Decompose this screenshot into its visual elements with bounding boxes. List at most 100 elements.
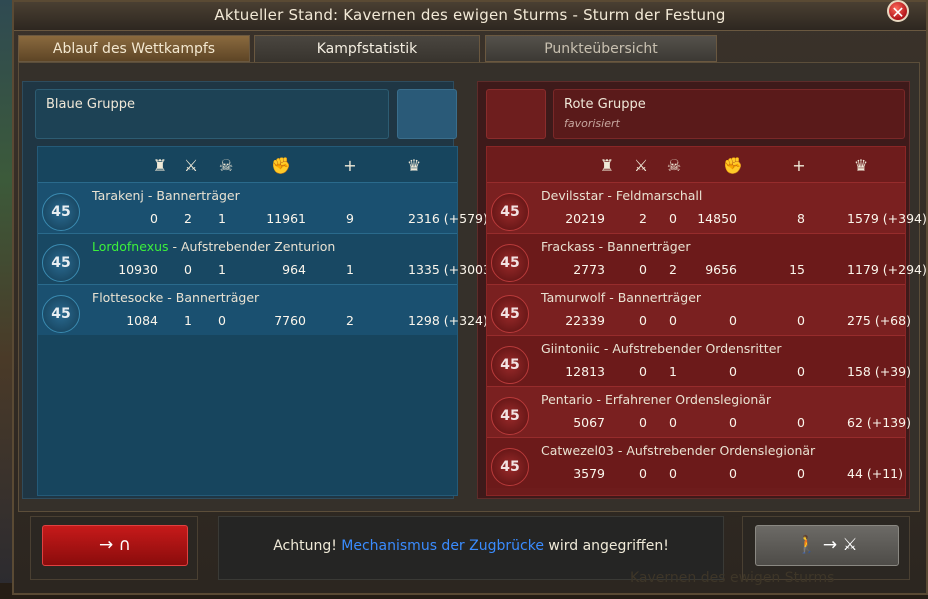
player-row[interactable]: 45 Catwezel03 - Aufstrebender Ordenslegio… [487, 437, 905, 488]
player-name-line: Tarakenj - Bannerträger [92, 188, 240, 203]
close-button[interactable]: ✕ [887, 0, 909, 22]
stat-cell-fist: 0 [729, 415, 737, 430]
player-row[interactable]: 45 Flottesocke - Bannerträger 1084 1 0 7760 2 1… [38, 284, 488, 335]
player-name[interactable]: Tamurwolf [541, 290, 605, 305]
red-stats-table: ♜ ⚔ ☠ ✊ + ♛ 45 Devilsstar - Feldmarschall 20219 2… [486, 146, 927, 496]
player-row[interactable]: 45 Tamurwolf - Bannerträger 22339 0 0 0 0 275 (… [487, 284, 911, 335]
crossed-swords-icon: ⚔ [183, 156, 199, 175]
tab-battle-stats[interactable]: Kampfstatistik [254, 35, 480, 63]
stat-cell-fist: 0 [729, 313, 737, 328]
stat-cell-skull: 1 [669, 364, 677, 379]
level-badge: 45 [42, 193, 80, 231]
level-badge: 45 [491, 244, 529, 282]
name-separator: - [599, 341, 613, 356]
player-name-line: Tamurwolf - Bannerträger [541, 290, 701, 305]
stat-cell-skull: 0 [669, 415, 677, 430]
player-name[interactable]: Flottesocke [92, 290, 163, 305]
name-separator: - [605, 290, 618, 305]
player-row[interactable]: 45 Tarakenj - Bannerträger 0 2 1 11961 9 2316 (… [38, 182, 488, 233]
player-rank: Bannerträger [617, 290, 702, 305]
player-name[interactable]: Lordofnexus [92, 239, 169, 254]
player-rank: Bannerträger [175, 290, 260, 305]
stat-cell-plus: 0 [797, 466, 805, 481]
blue-stats-table: ♜ ⚔ ☠ ✊ + ♛ 45 Tarakenj - Bannerträger 0 2 1 11961 9… [37, 146, 496, 496]
crown-icon: ♛ [853, 156, 869, 175]
notice-highlight[interactable]: Mechanismus der Zugbrücke [341, 538, 544, 554]
player-row[interactable]: 45 Devilsstar - Feldmarschall 20219 2 0 14850… [487, 182, 927, 233]
plus-icon: + [792, 156, 806, 175]
background-watermark: Kavernen des ewigen Sturms [630, 570, 835, 586]
level-badge: 45 [42, 244, 80, 282]
stat-cell-skull: 0 [669, 211, 677, 226]
red-group-color-swatch [486, 89, 546, 139]
tower-icon: ♜ [599, 156, 615, 175]
player-rank: Bannerträger [607, 239, 691, 254]
stat-cell-crown: 1335 (+3003) [408, 262, 496, 277]
tower-icon: ♜ [152, 156, 168, 175]
stat-cell-crown: 2316 (+579) [408, 211, 488, 226]
stat-cell-fist: 9656 [705, 262, 737, 277]
stat-cell-tower: 3579 [573, 466, 605, 481]
player-row[interactable]: 45 Pentario - Erfahrener Ordenslegionär 50… [487, 386, 911, 437]
player-name[interactable]: Devilsstar [541, 188, 603, 203]
player-name[interactable]: Giintoniic [541, 341, 600, 356]
stat-cell-plus: 0 [797, 313, 805, 328]
fist-icon: ✊ [723, 156, 743, 175]
player-name-line: Giintoniic - Aufstrebender Ordensritter [541, 341, 782, 356]
tab-points-overview[interactable]: Punkteübersicht [485, 35, 717, 62]
stat-cell-crown: 1579 (+394) [847, 211, 927, 226]
level-badge: 45 [491, 397, 529, 435]
player-name[interactable]: Catwezel03 [541, 443, 614, 458]
stat-cell-fist: 0 [729, 466, 737, 481]
player-name[interactable]: Tarakenj [92, 188, 144, 203]
player-row[interactable]: 45 Giintoniic - Aufstrebender Ordensritte… [487, 335, 911, 386]
spectate-button[interactable]: 🚶 → ⚔ [755, 525, 899, 566]
player-name-line: Devilsstar - Feldmarschall [541, 188, 702, 203]
tab-competition-flow[interactable]: Ablauf des Wettkampfs [18, 35, 250, 62]
name-separator: - [143, 188, 157, 203]
stat-cell-crown: 44 (+11) [847, 466, 904, 481]
stat-cell-tower: 2773 [573, 262, 605, 277]
blue-group-name: Blaue Gruppe [46, 97, 136, 112]
level-badge: 45 [491, 295, 529, 333]
player-rank: Feldmarschall [615, 188, 703, 203]
player-row[interactable]: 45 Frackass - Bannerträger 2773 0 2 9656 15 117… [487, 233, 927, 284]
stat-cell-skull: 0 [669, 466, 677, 481]
stat-cell-plus: 1 [346, 262, 354, 277]
stat-cell-skull: 1 [218, 211, 226, 226]
stat-cell-fist: 11961 [266, 211, 306, 226]
stat-cell-tower: 22339 [565, 313, 605, 328]
stat-cell-skull: 0 [218, 313, 226, 328]
stat-cell-tower: 20219 [565, 211, 605, 226]
player-row[interactable]: 45 Lordofnexus - Aufstrebender Zenturion 1… [38, 233, 496, 284]
player-name-line: Lordofnexus - Aufstrebender Zenturion [92, 239, 335, 254]
stat-cell-fist: 7760 [274, 313, 306, 328]
red-group-name: Rote Gruppe [564, 97, 646, 112]
leave-battle-button[interactable]: → ∩ [42, 525, 188, 566]
player-name-line: Catwezel03 - Aufstrebender Ordenslegionä… [541, 443, 815, 458]
stat-cell-crown: 62 (+139) [847, 415, 911, 430]
name-separator: - [603, 188, 616, 203]
name-separator: - [613, 443, 627, 458]
name-separator: - [594, 239, 608, 254]
name-separator: - [163, 290, 176, 305]
fist-icon: ✊ [271, 156, 291, 175]
stat-cell-plus: 0 [797, 415, 805, 430]
stat-cell-plus: 2 [346, 313, 354, 328]
player-name-line: Frackass - Bannerträger [541, 239, 691, 254]
player-name[interactable]: Frackass [541, 239, 595, 254]
stat-cell-crown: 275 (+68) [847, 313, 911, 328]
name-separator: - [592, 392, 605, 407]
player-rank: Aufstrebender Ordensritter [612, 341, 782, 356]
stat-cell-fist: 964 [282, 262, 306, 277]
blue-group-color-swatch [397, 89, 457, 139]
level-badge: 45 [491, 193, 529, 231]
player-rank: Bannerträger [156, 188, 240, 203]
red-group-header: Rote Gruppe favorisiert [553, 89, 905, 139]
player-rank: Aufstrebender Zenturion [181, 239, 336, 254]
player-name-line: Flottesocke - Bannerträger [92, 290, 259, 305]
stat-cell-skull: 2 [669, 262, 677, 277]
notice-suffix: wird angegriffen! [548, 538, 669, 554]
player-name[interactable]: Pentario [541, 392, 593, 407]
stat-cell-fist: 0 [729, 364, 737, 379]
